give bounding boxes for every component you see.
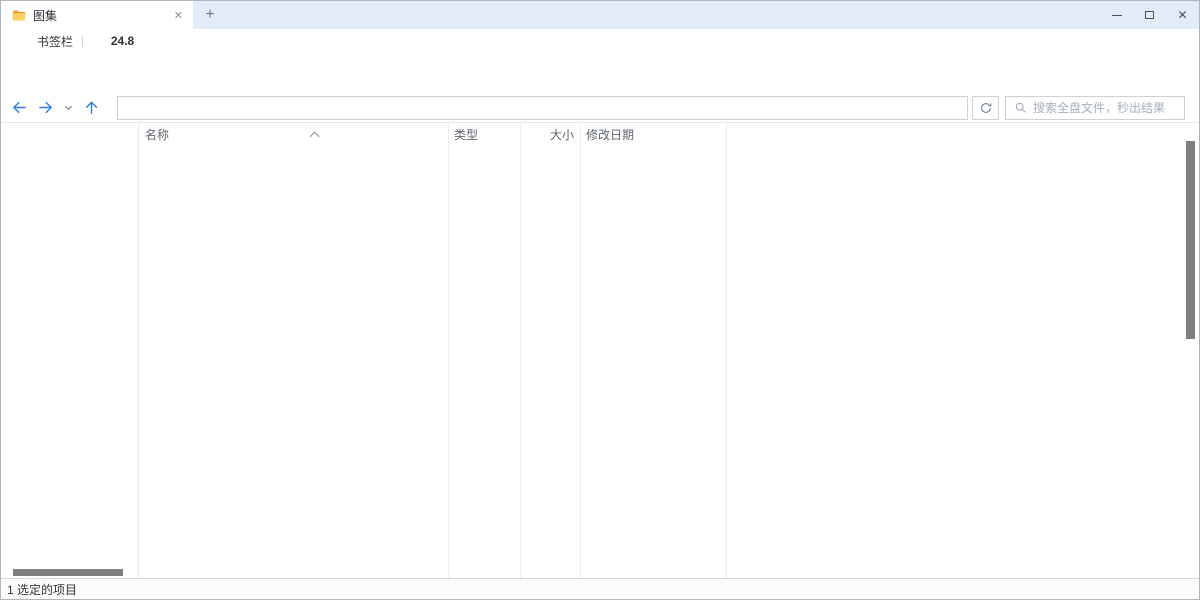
maximize-icon [1145,11,1154,19]
search-input[interactable] [1033,101,1176,115]
bookmark-star-icon[interactable] [17,34,31,48]
file-list-pane: 名称 类型 大小 修改日期 [139,123,1199,578]
sidebar-horizontal-scrollbar[interactable] [13,569,123,576]
tab-label: 图集 [33,7,165,24]
sidebar-tree [1,123,139,578]
search-box[interactable] [1005,96,1185,120]
list-header: 名称 类型 大小 修改日期 [139,123,1199,145]
bookmark-item[interactable]: 24.8 [92,34,134,48]
vertical-scrollbar-thumb[interactable] [1186,141,1195,339]
window-controls: ✕ [1100,1,1199,29]
refresh-button[interactable] [972,96,999,120]
selection-status-text: 1 选定的项目 [7,581,77,598]
main-area: 名称 类型 大小 修改日期 [1,123,1199,578]
search-icon [1014,101,1027,114]
toolbar [1,53,1199,93]
vertical-scrollbar[interactable] [1186,127,1196,574]
chevron-down-icon [63,102,74,113]
file-rows [139,145,1199,578]
bookmark-item-label: 24.8 [111,34,134,48]
forward-button[interactable] [37,99,54,116]
active-tab[interactable]: 图集 ✕ [1,1,193,29]
column-header-size[interactable]: 大小 [520,126,580,143]
column-header-name[interactable]: 名称 [139,126,448,143]
new-tab-button[interactable]: + [193,1,227,29]
bookmark-folder-icon [92,34,106,48]
back-button[interactable] [11,99,28,116]
navigation-bar [1,93,1199,123]
minimize-icon [1112,15,1122,16]
close-button[interactable]: ✕ [1166,1,1199,29]
status-bar: 1 选定的项目 [1,578,1199,599]
tab-close-icon[interactable]: ✕ [172,9,185,22]
minimize-button[interactable] [1100,1,1133,29]
column-header-date[interactable]: 修改日期 [580,126,726,143]
tab-bar: 图集 ✕ + ✕ [1,1,1199,29]
breadcrumb-folder-icon [126,101,140,115]
bookmark-bar: 书签栏 | 24.8 [1,29,1199,53]
back-arrow-icon [11,99,28,116]
column-header-type[interactable]: 类型 [448,126,520,143]
up-button[interactable] [83,99,100,116]
history-dropdown-button[interactable] [63,102,74,113]
titlebar-drag-area [227,1,1100,29]
address-bar[interactable] [117,96,968,120]
bookmark-bar-label: 书签栏 [37,33,73,50]
forward-arrow-icon [37,99,54,116]
folder-icon [12,8,26,22]
up-arrow-icon [83,99,100,116]
bookmark-divider: | [81,35,84,47]
file-manager-window: 图集 ✕ + ✕ 书签栏 | 24.8 [0,0,1200,600]
close-icon: ✕ [1177,9,1187,21]
refresh-icon [979,101,993,115]
maximize-button[interactable] [1133,1,1166,29]
